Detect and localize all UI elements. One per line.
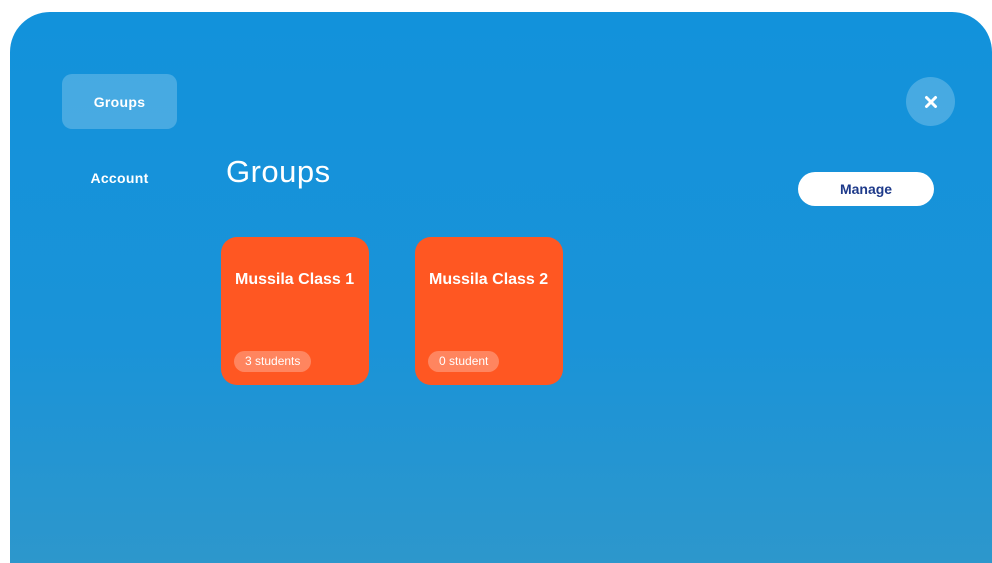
manage-button[interactable]: Manage bbox=[798, 172, 934, 206]
group-card[interactable]: Mussila Class 1 3 students bbox=[221, 237, 369, 385]
close-icon bbox=[924, 95, 937, 108]
group-name: Mussila Class 1 bbox=[235, 271, 355, 288]
group-name: Mussila Class 2 bbox=[429, 271, 549, 288]
student-count-badge: 3 students bbox=[234, 351, 312, 372]
groups-panel: Groups Account Groups Manage Mussila Cla… bbox=[10, 12, 992, 563]
sidebar-item-label: Account bbox=[90, 170, 149, 186]
sidebar-item-account[interactable]: Account bbox=[62, 162, 177, 194]
group-card[interactable]: Mussila Class 2 0 student bbox=[415, 237, 563, 385]
student-count-badge: 0 student bbox=[428, 351, 500, 372]
close-button[interactable] bbox=[906, 77, 955, 126]
sidebar-item-label: Groups bbox=[93, 93, 146, 110]
page-title: Groups bbox=[226, 154, 331, 189]
sidebar-item-groups[interactable]: Groups bbox=[62, 74, 177, 129]
